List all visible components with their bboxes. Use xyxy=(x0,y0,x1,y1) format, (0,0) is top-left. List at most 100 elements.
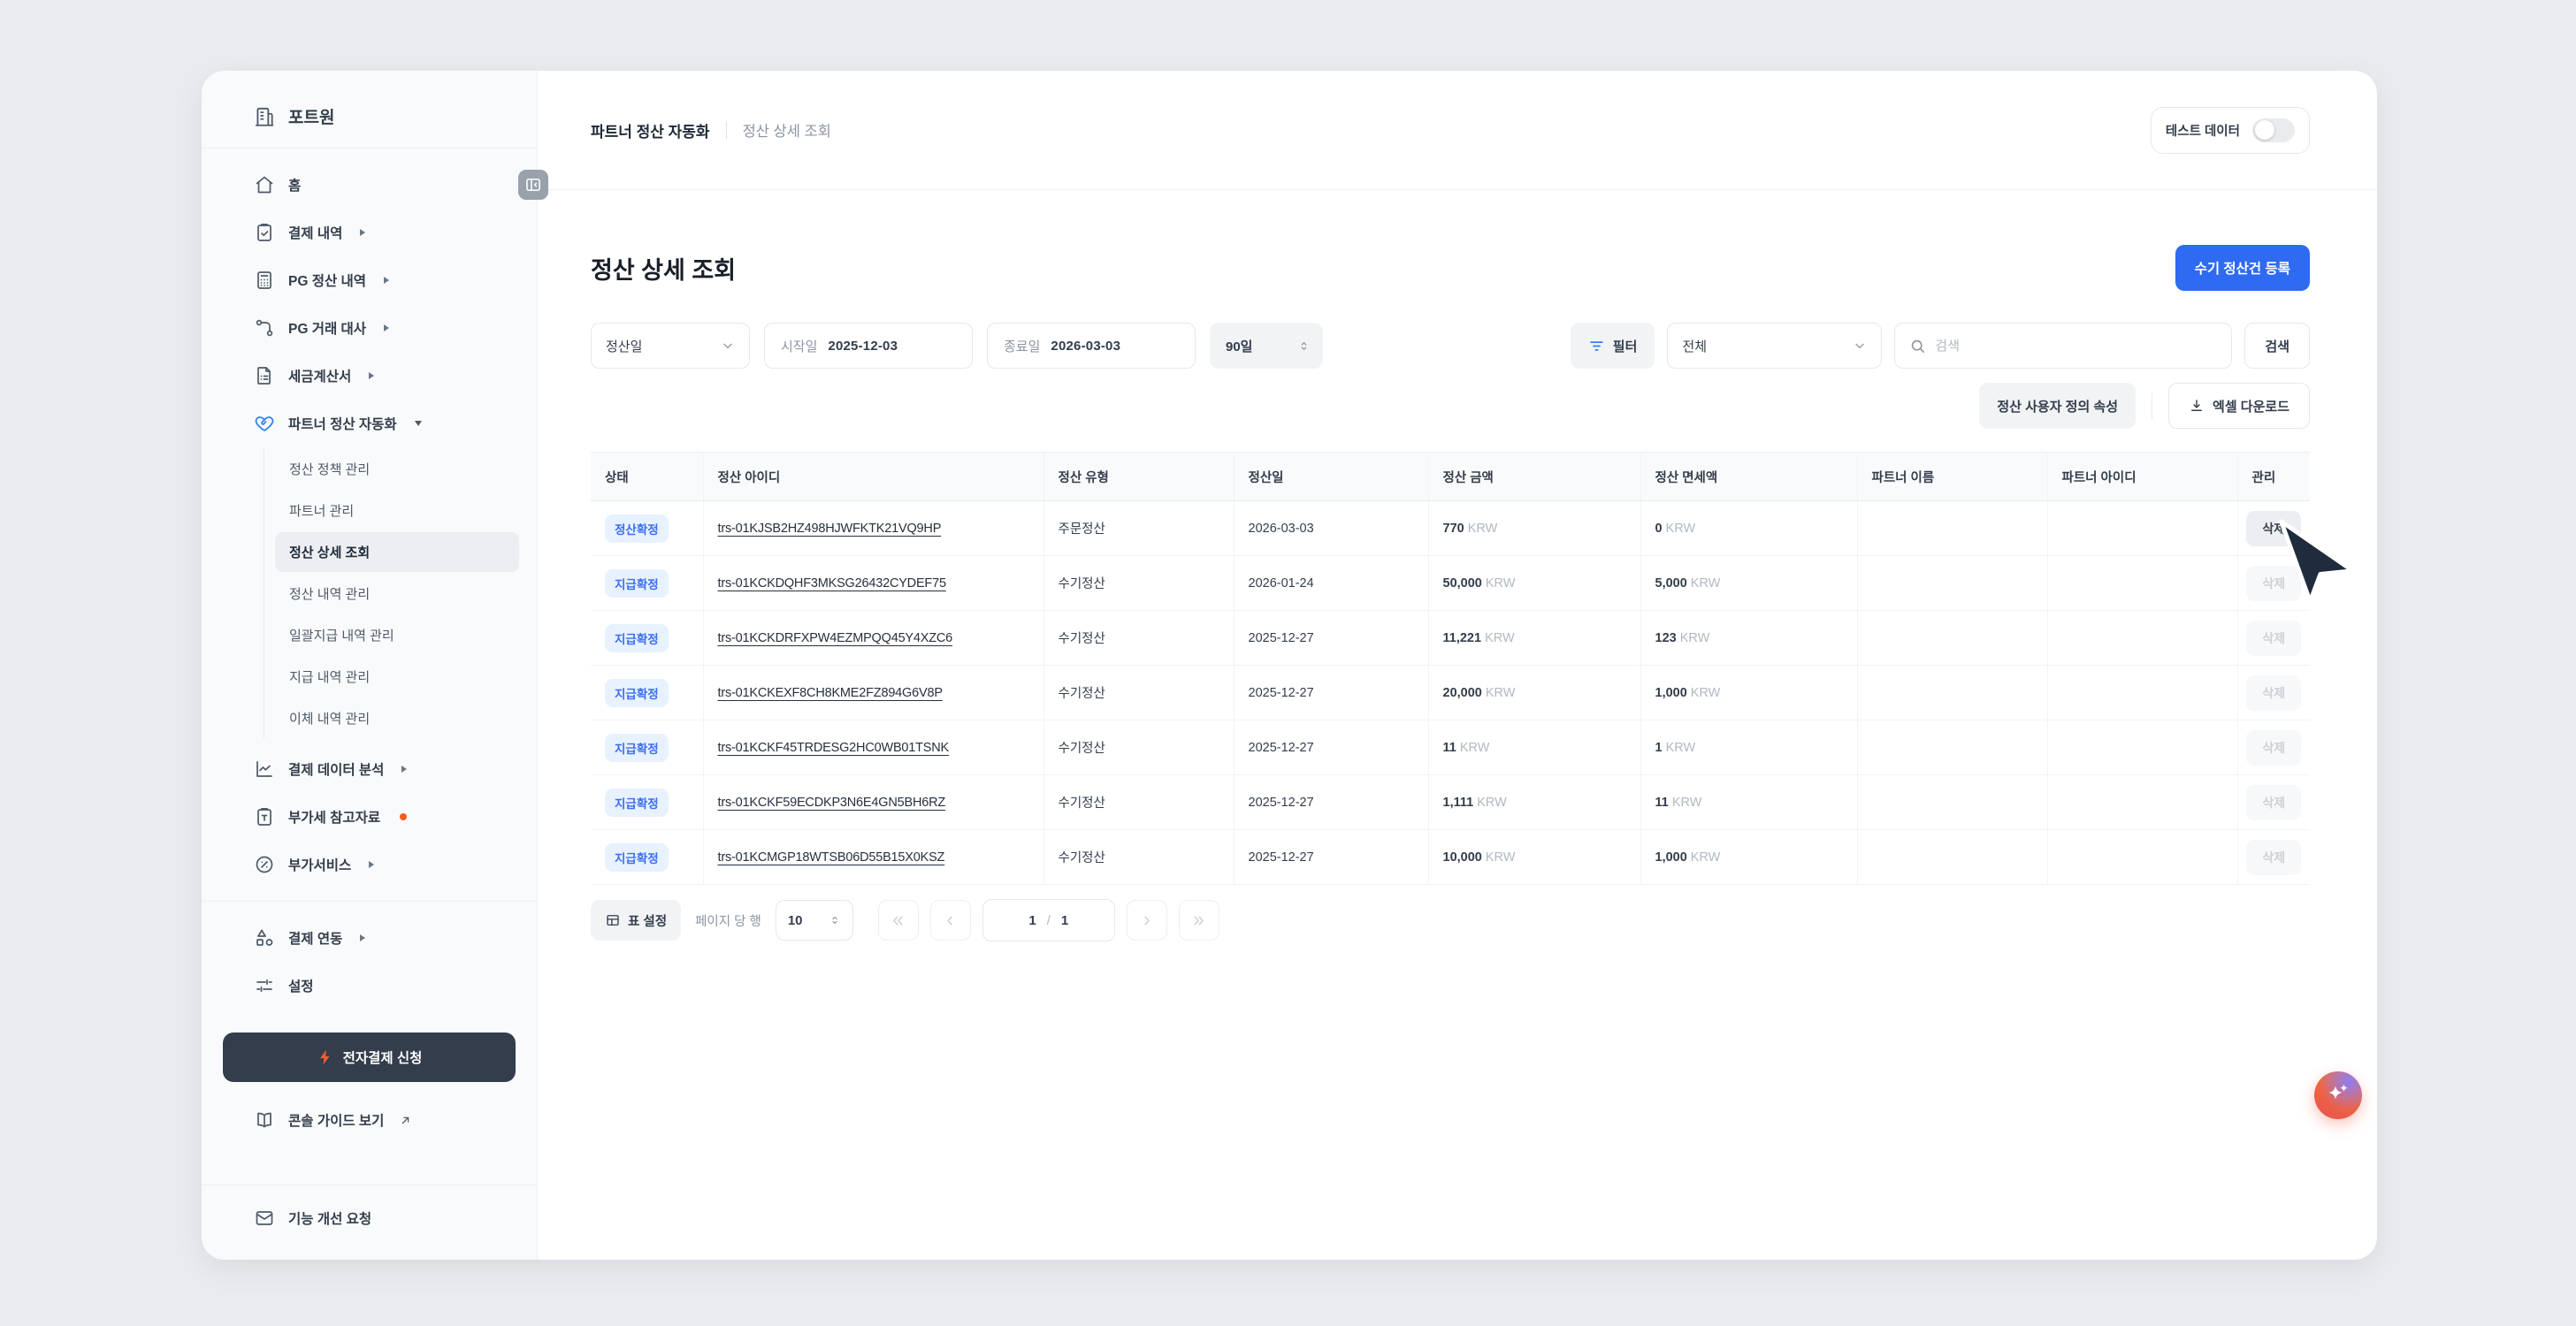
manual-settlement-register-button[interactable]: 수기 정산건 등록 xyxy=(2175,245,2310,291)
search-input[interactable] xyxy=(1935,339,2217,354)
submenu-item-partner-management[interactable]: 파트너 관리 xyxy=(275,491,519,530)
end-date-input[interactable]: 종료일 2026-03-03 xyxy=(987,323,1196,369)
sidebar-item-payment-integration[interactable]: 결제 연동 xyxy=(219,914,519,962)
delete-button[interactable]: 삭제 xyxy=(2246,730,2301,766)
col-status: 상태 xyxy=(591,453,703,501)
download-icon xyxy=(2189,398,2205,414)
settlement-id-link[interactable]: trs-01KCKDQHF3MKSG26432CYDEF75 xyxy=(718,576,946,591)
sidebar-item-addon-services[interactable]: 부가서비스 xyxy=(219,841,519,888)
sidebar-item-partner-settlement[interactable]: 파트너 정산 자동화 xyxy=(219,400,519,447)
date-type-select[interactable]: 정산일 xyxy=(591,323,750,369)
search-field[interactable] xyxy=(1894,323,2232,369)
submenu-item-settlement-history[interactable]: 정산 내역 관리 xyxy=(275,574,519,613)
table-row: 지급확정 trs-01KCKDQHF3MKSG26432CYDEF75 수기정산… xyxy=(591,556,2310,611)
col-settlement-type: 정산 유형 xyxy=(1043,453,1234,501)
settlement-id-link[interactable]: trs-01KJSB2HZ498HJWFKTK21VQ9HP xyxy=(718,522,942,536)
col-manage: 관리 xyxy=(2237,453,2310,501)
filter-icon xyxy=(1588,338,1605,354)
sidebar-item-pg-reconciliation[interactable]: PG 거래 대사 xyxy=(219,304,519,352)
settlement-id-link[interactable]: trs-01KCMGP18WTSB06D55B15X0KSZ xyxy=(718,850,945,865)
settlement-id-link[interactable]: trs-01KCKF45TRDESG2HC0WB01TSNK xyxy=(718,741,950,755)
partner-settlement-submenu: 정산 정책 관리 파트너 관리 정산 상세 조회 정산 내역 관리 일괄지급 내… xyxy=(264,449,519,738)
custom-attributes-button[interactable]: 정산 사용자 정의 속성 xyxy=(1979,383,2136,429)
delete-button[interactable]: 삭제 xyxy=(2246,566,2301,601)
chart-line-icon xyxy=(253,758,276,781)
submenu-item-settlement-policy[interactable]: 정산 정책 관리 xyxy=(275,449,519,489)
search-button[interactable]: 검색 xyxy=(2244,323,2310,369)
chevron-right-icon xyxy=(384,277,389,284)
table-header-row: 상태 정산 아이디 정산 유형 정산일 정산 금액 정산 면세액 파트너 이름 … xyxy=(591,453,2310,501)
delete-button[interactable]: 삭제 xyxy=(2246,785,2301,820)
sidebar-item-feature-request[interactable]: 기능 개선 요청 xyxy=(219,1194,519,1242)
table-row: 지급확정 trs-01KCKF45TRDESG2HC0WB01TSNK 수기정산… xyxy=(591,720,2310,775)
last-page-button[interactable] xyxy=(1179,900,1219,941)
sidebar-item-label: PG 정산 내역 xyxy=(288,271,366,290)
settlement-id-link[interactable]: trs-01KCKDRFXPW4EZMPQQ45Y4XZC6 xyxy=(718,631,953,645)
sidebar-item-home[interactable]: 홈 xyxy=(219,161,519,209)
test-data-toggle[interactable] xyxy=(2252,118,2295,142)
settlement-date: 2025-12-27 xyxy=(1234,720,1428,775)
sidebar-item-payments[interactable]: 결제 내역 xyxy=(219,209,519,256)
scope-select[interactable]: 전체 xyxy=(1667,323,1882,369)
sidebar-item-settings[interactable]: 설정 xyxy=(219,962,519,1010)
submenu-item-settlement-detail[interactable]: 정산 상세 조회 xyxy=(275,532,519,572)
test-data-toggle-group: 테스트 데이터 xyxy=(2151,107,2310,154)
chevron-right-icon xyxy=(369,372,374,379)
status-badge: 지급확정 xyxy=(605,624,669,652)
table-actions-row: 정산 사용자 정의 속성 엑셀 다운로드 xyxy=(591,383,2310,429)
col-settlement-id: 정산 아이디 xyxy=(703,453,1043,501)
rows-per-page-label: 페이지 당 행 xyxy=(695,911,761,930)
settlement-id-link[interactable]: trs-01KCKEXF8CH8KME2FZ894G6V8P xyxy=(718,686,943,700)
filter-row: 정산일 시작일 2025-12-03 종료일 2026-03-03 90일 xyxy=(591,323,2310,369)
sidebar-collapse-button[interactable] xyxy=(518,170,548,200)
date-range-preset-stepper[interactable]: 90일 xyxy=(1210,323,1323,369)
external-link-icon xyxy=(398,1113,412,1127)
partner-name xyxy=(1857,830,2047,885)
total-pages: 1 xyxy=(1061,913,1068,928)
settlement-type: 수기정산 xyxy=(1043,666,1234,720)
excel-download-button[interactable]: 엑셀 다운로드 xyxy=(2168,383,2310,429)
delete-button[interactable]: 삭제 xyxy=(2246,621,2301,656)
col-amount: 정산 금액 xyxy=(1428,453,1640,501)
sidebar-item-label: PG 거래 대사 xyxy=(288,318,366,338)
sidebar-item-vat-reference[interactable]: 부가세 참고자료 xyxy=(219,793,519,841)
rows-per-page-stepper[interactable]: 10 xyxy=(776,900,853,941)
table-settings-button[interactable]: 표 설정 xyxy=(591,900,681,941)
chevron-right-icon xyxy=(360,934,365,941)
sidebar-item-console-guide[interactable]: 콘솔 가이드 보기 xyxy=(219,1096,519,1144)
app-window: 포트원 홈 결제 내역 PG 정산 내역 xyxy=(202,71,2377,1260)
top-header: 파트너 정산 자동화 정산 상세 조회 테스트 데이터 xyxy=(538,71,2377,190)
settlement-id-link[interactable]: trs-01KCKF59ECDKP3N6E4GN5BH6RZ xyxy=(718,796,946,810)
table-row: 지급확정 trs-01KCMGP18WTSB06D55B15X0KSZ 수기정산… xyxy=(591,830,2310,885)
sliders-icon xyxy=(253,974,276,997)
breadcrumb-parent[interactable]: 파트너 정산 자동화 xyxy=(591,119,710,141)
submenu-item-payout-history[interactable]: 지급 내역 관리 xyxy=(275,657,519,697)
delete-button[interactable]: 삭제 xyxy=(2246,840,2301,875)
sidebar-nav: 홈 결제 내역 PG 정산 내역 PG 거래 대사 xyxy=(219,149,519,888)
status-badge: 정산확정 xyxy=(605,514,669,543)
settlement-date: 2026-01-24 xyxy=(1234,556,1428,611)
first-page-button[interactable] xyxy=(878,900,919,941)
delete-button[interactable]: 삭제 xyxy=(2246,511,2301,546)
settlement-type: 수기정산 xyxy=(1043,720,1234,775)
sidebar-item-data-analysis[interactable]: 결제 데이터 분석 xyxy=(219,745,519,793)
start-date-input[interactable]: 시작일 2025-12-03 xyxy=(764,323,973,369)
settlement-type: 수기정산 xyxy=(1043,556,1234,611)
filter-button[interactable]: 필터 xyxy=(1571,323,1655,369)
submenu-item-transfer-history[interactable]: 이체 내역 관리 xyxy=(275,698,519,738)
ai-assistant-button[interactable] xyxy=(2314,1071,2362,1119)
next-page-button[interactable] xyxy=(1127,900,1167,941)
logo[interactable]: 포트원 xyxy=(219,95,519,148)
e-payment-apply-button[interactable]: 전자결제 신청 xyxy=(223,1033,516,1082)
delete-button[interactable]: 삭제 xyxy=(2246,675,2301,711)
document-icon xyxy=(253,364,276,387)
sidebar-item-tax-invoice[interactable]: 세금계산서 xyxy=(219,352,519,400)
clipboard-tax-icon xyxy=(253,805,276,828)
home-icon xyxy=(253,173,276,196)
status-badge: 지급확정 xyxy=(605,734,669,762)
page-indicator[interactable]: 1 / 1 xyxy=(982,899,1115,941)
submenu-item-bulk-payout[interactable]: 일괄지급 내역 관리 xyxy=(275,615,519,655)
sidebar-item-pg-settlement[interactable]: PG 정산 내역 xyxy=(219,256,519,304)
chevron-right-icon xyxy=(369,861,374,868)
prev-page-button[interactable] xyxy=(930,900,971,941)
